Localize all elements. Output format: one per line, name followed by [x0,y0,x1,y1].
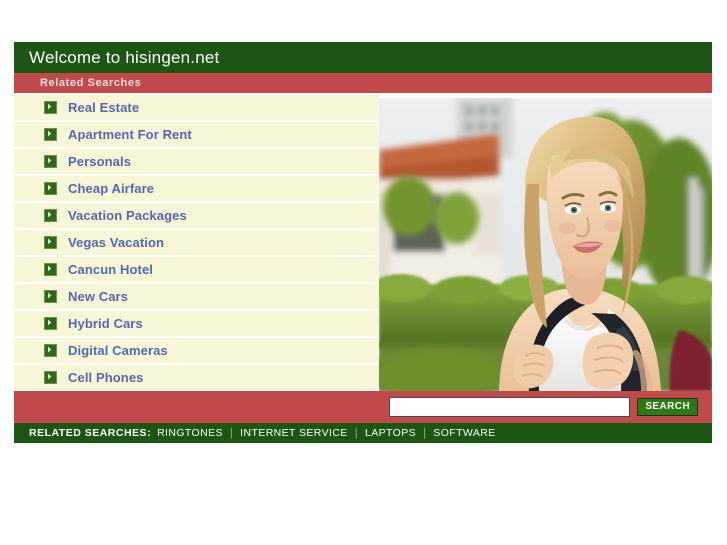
search-bar: SEARCH [14,391,712,423]
related-search-item[interactable]: Real Estate [14,95,379,120]
footer-link[interactable]: LAPTOPS [365,427,416,439]
footer-link[interactable]: INTERNET SERVICE [240,427,348,439]
page-title: Welcome to hisingen.net [14,42,712,73]
content-frame: Welcome to hisingen.net Related Searches… [14,42,712,443]
arrow-right-icon [44,101,57,114]
main-content: Real Estate Apartment For Rent Personals Ch… [14,94,712,391]
footer-separator: | [423,427,427,439]
related-searches-list: Real Estate Apartment For Rent Personals Ch… [14,94,379,391]
arrow-right-icon [44,236,57,249]
footer-related-searches: RELATED SEARCHES: RINGTONES | INTERNET SER… [14,423,712,443]
arrow-right-icon [44,128,57,141]
related-search-item[interactable]: Digital Cameras [14,338,379,363]
related-search-label: Cheap Airfare [68,181,155,196]
arrow-right-icon [44,209,57,222]
arrow-right-icon [44,290,57,303]
arrow-right-icon [44,263,57,276]
related-search-item[interactable]: Cell Phones [14,365,379,390]
footer-link[interactable]: SOFTWARE [433,427,495,439]
search-input[interactable] [389,397,631,417]
footer-label: RELATED SEARCHES: [29,427,152,439]
related-search-label: Hybrid Cars [68,316,143,331]
landing-page: Welcome to hisingen.net Related Searches… [0,0,727,545]
related-searches-heading: Related Searches [14,73,712,94]
related-search-item[interactable]: Personals [14,149,379,174]
related-search-label: Real Estate [68,100,140,115]
footer-links: RINGTONES | INTERNET SERVICE | LAPTOPS | SOFTW… [157,423,496,443]
related-search-item[interactable]: Apartment For Rent [14,122,379,147]
arrow-right-icon [44,155,57,168]
related-search-label: Vacation Packages [68,208,187,223]
related-search-label: Cell Phones [68,370,144,385]
related-search-item[interactable]: Vacation Packages [14,203,379,228]
related-search-item[interactable]: Hybrid Cars [14,311,379,336]
related-search-label: Digital Cameras [68,343,168,358]
related-search-item[interactable]: Cheap Airfare [14,176,379,201]
arrow-right-icon [44,317,57,330]
search-button[interactable]: SEARCH [637,398,698,416]
related-search-label: Apartment For Rent [68,127,192,142]
footer-separator: | [229,427,234,439]
arrow-right-icon [44,344,57,357]
related-search-label: Cancun Hotel [68,262,153,277]
related-search-label: Vegas Vacation [68,235,165,250]
arrow-right-icon [44,182,57,195]
related-search-item[interactable]: Cancun Hotel [14,257,379,282]
related-search-item[interactable]: Vegas Vacation [14,230,379,255]
footer-separator: | [354,427,358,439]
related-search-label: Personals [68,154,132,169]
footer-link[interactable]: RINGTONES [157,427,223,439]
related-search-item[interactable]: New Cars [14,284,379,309]
hero-photo-column [379,94,712,391]
related-search-label: New Cars [68,289,129,304]
arrow-right-icon [44,371,57,384]
hero-photo [379,98,712,391]
